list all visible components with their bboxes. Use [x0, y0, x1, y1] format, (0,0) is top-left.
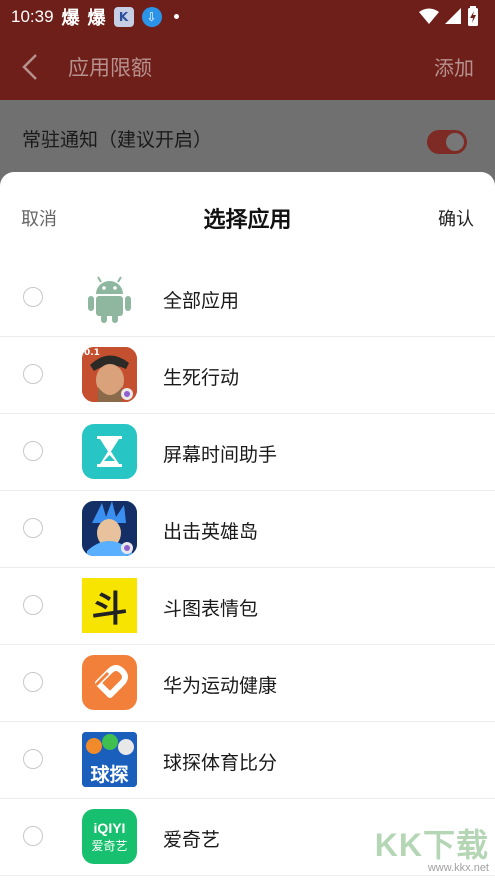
status-app-icon: K	[113, 6, 134, 27]
radio-button[interactable]	[23, 595, 43, 615]
select-app-sheet: 取消 选择应用 确认 全部应用 0.1 生死行动 屏幕时间助手 出击英雄岛 斗 …	[0, 172, 495, 880]
dou-character: 斗	[91, 588, 128, 630]
iqiyi-logo-bottom: 爱奇艺	[91, 839, 128, 853]
resident-notification-toggle[interactable]	[427, 130, 467, 154]
battery-icon	[468, 6, 478, 26]
app-name: 斗图表情包	[163, 598, 259, 620]
dou-character-icon: 斗	[82, 578, 137, 633]
sheet-title: 选择应用	[203, 208, 292, 233]
back-button[interactable]	[0, 33, 60, 100]
hourglass-icon	[82, 424, 137, 479]
signal-icon	[445, 8, 461, 24]
hero-game-icon	[82, 501, 137, 556]
radio-button[interactable]	[23, 826, 43, 846]
status-dot-icon	[173, 14, 179, 19]
radio-button[interactable]	[23, 672, 43, 692]
app-name: 出击英雄岛	[163, 521, 259, 543]
sports-logo-text: 球探	[90, 764, 129, 786]
iqiyi-icon: iQIYI 爱奇艺	[82, 809, 137, 864]
app-name: 球探体育比分	[163, 752, 278, 774]
app-name: 生死行动	[163, 367, 240, 389]
android-icon	[82, 270, 137, 325]
radio-button[interactable]	[23, 364, 43, 384]
soldier-game-icon: 0.1	[82, 347, 137, 402]
app-name: 华为运动健康	[163, 675, 278, 697]
app-row[interactable]: 斗 斗图表情包	[0, 568, 495, 645]
radio-button[interactable]	[23, 749, 43, 769]
app-name: 屏幕时间助手	[163, 444, 278, 466]
status-right-icons	[419, 6, 479, 26]
app-row[interactable]: 出击英雄岛	[0, 491, 495, 568]
app-row[interactable]: 0.1 生死行动	[0, 337, 495, 414]
app-row-all[interactable]: 全部应用	[0, 260, 495, 337]
status-time: 10:39	[11, 6, 54, 26]
radio-button[interactable]	[23, 441, 43, 461]
download-icon: ⇩	[141, 6, 162, 27]
app-list: 全部应用 0.1 生死行动 屏幕时间助手 出击英雄岛 斗 斗图表情包 华为运动健…	[0, 260, 495, 876]
page-title: 应用限额	[68, 55, 152, 80]
radio-button[interactable]	[23, 518, 43, 538]
confirm-button[interactable]: 确认	[438, 205, 474, 231]
toggle-knob	[446, 133, 464, 151]
status-notification-icon: 爆	[61, 7, 80, 29]
resident-notification-label: 常驻通知（建议开启）	[22, 128, 213, 151]
status-bar: 10:39 爆 爆 K ⇩	[0, 0, 495, 33]
watermark-logo: KK下载	[374, 827, 489, 863]
game-version-badge: 0.1	[84, 348, 100, 358]
watermark: KK下载 www.kkx.net	[375, 820, 489, 874]
app-bar: 应用限额 添加	[0, 33, 495, 100]
huawei-health-icon	[82, 655, 137, 710]
radio-button[interactable]	[23, 287, 43, 307]
iqiyi-logo-top: iQIYI	[93, 820, 126, 836]
app-name: 爱奇艺	[163, 829, 221, 851]
wifi-icon	[419, 8, 439, 24]
back-arrow-icon	[22, 53, 37, 80]
sheet-header: 取消 选择应用 确认	[0, 172, 495, 260]
add-button[interactable]: 添加	[434, 52, 474, 81]
sports-score-icon: 球探	[82, 732, 137, 787]
app-row[interactable]: 球探 球探体育比分	[0, 722, 495, 799]
status-notification-icon-2: 爆	[87, 7, 106, 29]
app-name: 全部应用	[163, 290, 240, 312]
app-row[interactable]: 华为运动健康	[0, 645, 495, 722]
app-row[interactable]: 屏幕时间助手	[0, 414, 495, 491]
